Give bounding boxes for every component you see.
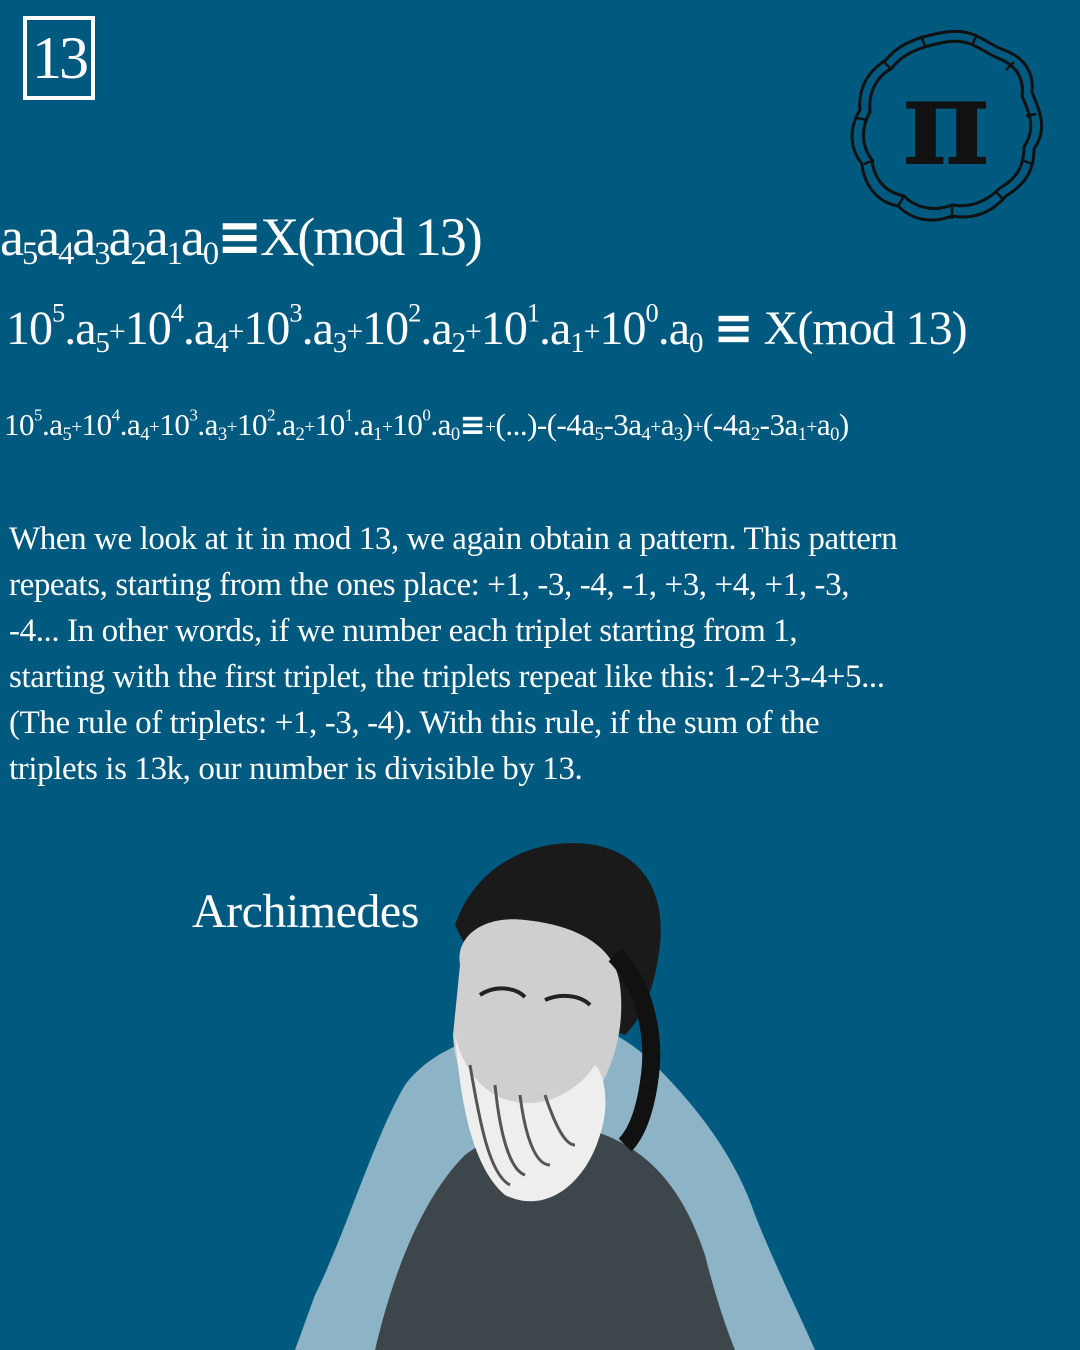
formula-digits-congruence: a5a4a3a2a1a0≡X(mod 13) bbox=[0, 205, 483, 273]
pi-chain-logo: π bbox=[850, 29, 1044, 222]
formula-triplet-grouping: 105.a5+104.a4+103.a3+102.a2+101.a1+100.a… bbox=[4, 405, 849, 446]
congruence-symbol: ≡ bbox=[459, 407, 486, 443]
page-number-badge: 13 bbox=[23, 16, 95, 100]
pi-symbol: π bbox=[902, 52, 990, 193]
formula-expansion: 105.a5+104.a4+103.a3+102.a2+101.a1+100.a… bbox=[6, 297, 968, 360]
portrait-caption: Archimedes bbox=[192, 885, 419, 938]
explanation-paragraph: When we look at it in mod 13, we again o… bbox=[9, 521, 898, 787]
congruence-symbol: ≡ bbox=[217, 205, 262, 268]
page-number: 13 bbox=[32, 25, 89, 91]
congruence-symbol: ≡ bbox=[713, 300, 753, 356]
